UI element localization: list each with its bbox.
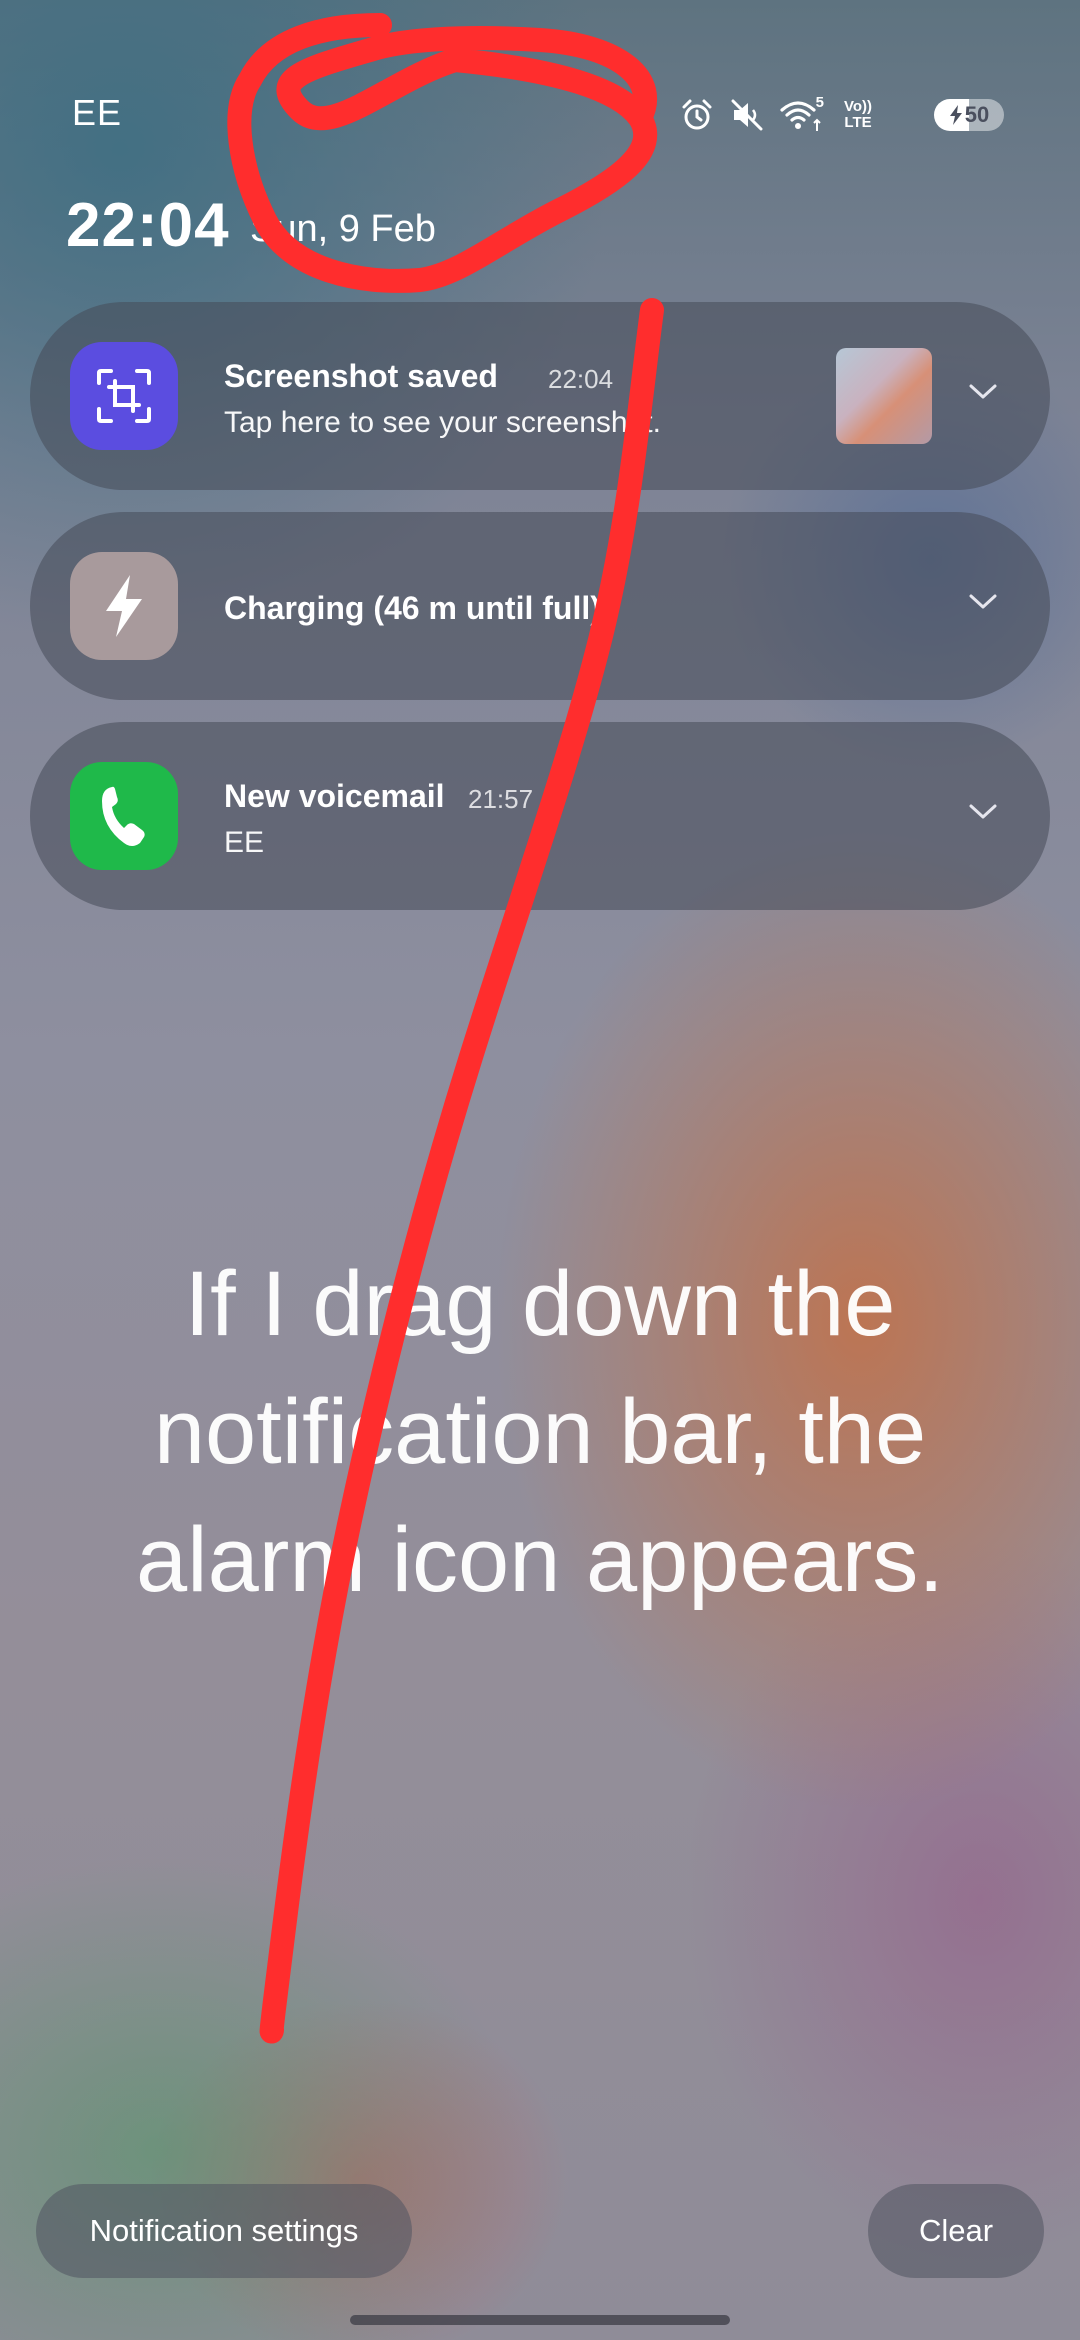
battery-level: 50 (964, 102, 990, 127)
chevron-down-icon[interactable] (968, 592, 998, 617)
notification-title: Charging (46 m until full) (224, 590, 601, 626)
chevron-down-icon[interactable] (968, 382, 998, 407)
volte-bottom: LTE (844, 114, 872, 131)
volte-top: Vo)) (843, 98, 873, 115)
date: Sun, 9 Feb (250, 208, 436, 250)
battery-indicator: 50 (934, 99, 1004, 131)
mute-icon (730, 98, 764, 132)
status-bar: EE 5 Vo)) LTE 50 (0, 0, 1080, 170)
overlay-caption: If I drag down the notification bar, the… (136, 1253, 944, 1611)
lightning-icon (70, 552, 178, 660)
charging-bolt-icon (949, 105, 962, 125)
notification-charging[interactable]: Charging (46 m until full) (30, 512, 1050, 700)
notification-screenshot[interactable]: Screenshot saved 22:04 Tap here to see y… (30, 302, 1050, 490)
phone-icon (70, 762, 178, 870)
wifi-band-label: 5 (815, 94, 824, 111)
notification-title: New voicemail (224, 778, 445, 814)
notification-title: Screenshot saved (224, 358, 498, 394)
screenshot-icon (70, 342, 178, 450)
wifi-icon: 5 (780, 94, 824, 132)
clear-button[interactable]: Clear (868, 2184, 1044, 2278)
notification-body: EE (224, 826, 265, 859)
notification-body: Tap here to see your screenshot. (224, 406, 661, 439)
volte-icon: Vo)) LTE (840, 99, 876, 131)
carrier-label: EE (72, 92, 123, 133)
home-indicator[interactable] (350, 2315, 730, 2325)
chevron-down-icon[interactable] (968, 802, 998, 827)
notification-settings-button[interactable]: Notification settings (36, 2184, 412, 2278)
notification-voicemail[interactable]: New voicemail 21:57 EE (30, 722, 1050, 910)
alarm-icon (680, 98, 714, 132)
screenshot-thumbnail[interactable] (836, 348, 932, 444)
notification-time: 22:04 (548, 364, 614, 394)
notification-time: 21:57 (468, 784, 534, 814)
clock: 22:04 (66, 191, 230, 260)
status-icons: 5 Vo)) LTE 50 (680, 92, 1004, 138)
